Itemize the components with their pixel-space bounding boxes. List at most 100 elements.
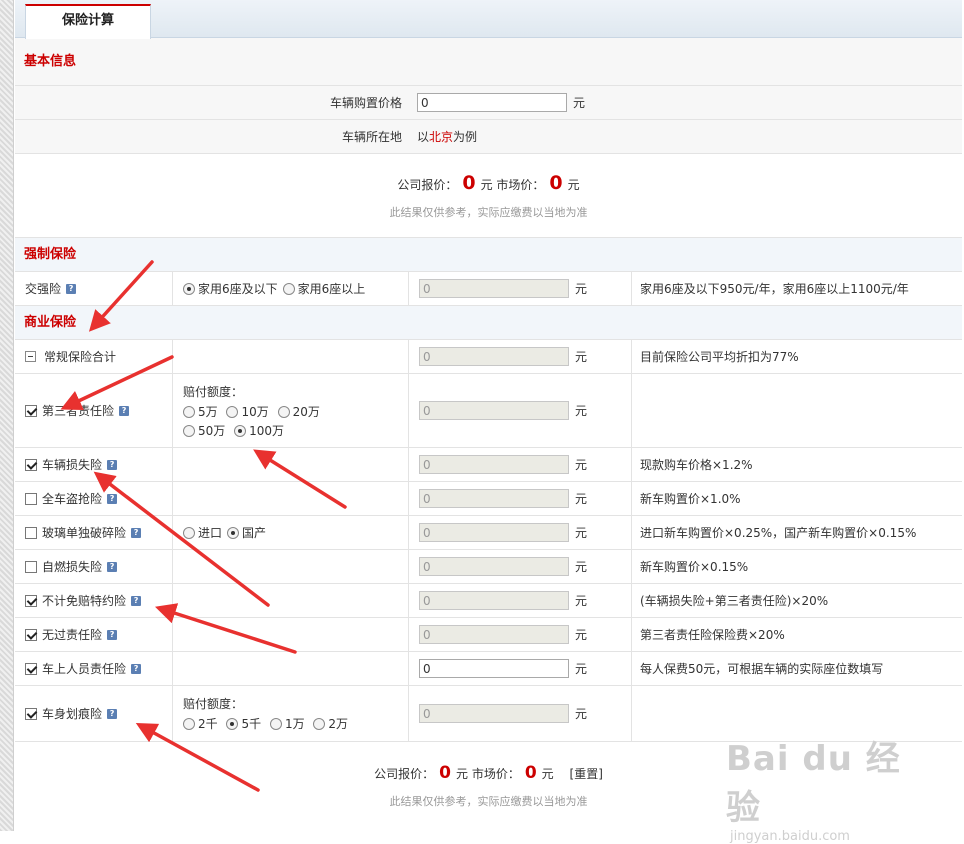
market-price-value: 0 bbox=[524, 763, 537, 783]
radio-5k[interactable] bbox=[226, 718, 239, 730]
jiaoqiang-desc: 家用6座及以下950元/年，家用6座以上1100元/年 bbox=[640, 282, 909, 296]
checkbox-vehicle-loss[interactable] bbox=[25, 458, 37, 471]
watermark-url: jingyan.baidu.com bbox=[730, 829, 850, 844]
checkbox-theft[interactable] bbox=[25, 492, 37, 505]
checkbox-no-fault[interactable] bbox=[25, 628, 37, 641]
checkbox-fire[interactable] bbox=[25, 560, 37, 573]
option-label: 1万 bbox=[284, 717, 305, 731]
checkbox-deductible[interactable] bbox=[25, 594, 37, 607]
purchase-price-label: 车辆购置价格 bbox=[329, 96, 402, 110]
unit-label: 元 bbox=[575, 350, 588, 364]
no-fault-amount bbox=[419, 625, 569, 644]
unit-label: 元 bbox=[575, 628, 588, 642]
option-label: 5千 bbox=[241, 717, 262, 731]
row-fire: 自燃损失险? 元 新车购置价×0.15% bbox=[15, 550, 962, 584]
row-theft: 全车盗抢险? 元 新车购置价×1.0% bbox=[15, 482, 962, 516]
help-icon[interactable]: ? bbox=[107, 561, 118, 572]
option-label: 100万 bbox=[249, 423, 285, 438]
section-title-compulsory: 强制保险 bbox=[15, 238, 962, 272]
help-icon[interactable]: ? bbox=[119, 405, 130, 416]
total-desc: 目前保险公司平均折扣为77% bbox=[640, 350, 799, 364]
radio-20w[interactable] bbox=[277, 405, 290, 418]
company-price-label: 公司报价： bbox=[397, 177, 458, 192]
reset-button[interactable]: [重置] bbox=[570, 767, 603, 781]
unit-label: 元 bbox=[575, 594, 588, 608]
total-amount bbox=[419, 347, 569, 366]
location-prefix: 以 bbox=[417, 130, 430, 144]
fire-label: 自燃损失险 bbox=[42, 560, 103, 574]
section-title-basic: 基本信息 bbox=[15, 38, 962, 86]
row-total: 常规保险合计 元 目前保险公司平均折扣为77% bbox=[15, 340, 962, 374]
no-fault-desc: 第三者责任险保险费×20% bbox=[640, 628, 785, 642]
company-price-value: 0 bbox=[462, 171, 476, 194]
location-label: 车辆所在地 bbox=[341, 130, 402, 144]
glass-desc: 进口新车购置价×0.25%，国产新车购置价×0.15% bbox=[640, 526, 917, 540]
help-icon[interactable]: ? bbox=[131, 663, 142, 674]
disclaimer-note: 此结果仅供参考，实际应缴费以当地为准 bbox=[389, 205, 588, 219]
vehicle-loss-label: 车辆损失险 bbox=[42, 458, 103, 472]
unit-label: 元 bbox=[541, 767, 554, 781]
help-icon[interactable]: ? bbox=[66, 283, 77, 294]
help-icon[interactable]: ? bbox=[107, 493, 118, 504]
help-icon[interactable]: ? bbox=[131, 595, 142, 606]
compen-label: 赔付额度： bbox=[183, 384, 244, 399]
radio-1w[interactable] bbox=[269, 718, 282, 730]
radio-10w[interactable] bbox=[226, 405, 239, 418]
option-label: 10万 bbox=[241, 404, 269, 419]
unit-label: 元 bbox=[575, 458, 588, 472]
company-price-label: 公司报价： bbox=[374, 767, 435, 781]
scratch-amount bbox=[419, 704, 569, 723]
glass-amount bbox=[419, 523, 569, 542]
unit-label: 元 bbox=[575, 526, 588, 540]
radio-imported[interactable] bbox=[183, 527, 195, 539]
tab-insurance-calc[interactable]: 保险计算 bbox=[25, 4, 151, 39]
option-label: 2千 bbox=[198, 717, 218, 731]
fire-amount bbox=[419, 557, 569, 576]
unit-label: 元 bbox=[575, 662, 588, 676]
option-label: 50万 bbox=[198, 423, 226, 438]
help-icon[interactable]: ? bbox=[107, 629, 118, 640]
passenger-label: 车上人员责任险 bbox=[42, 662, 127, 676]
collapse-icon[interactable] bbox=[25, 351, 36, 362]
fire-desc: 新车购置价×0.15% bbox=[640, 560, 749, 574]
checkbox-passenger[interactable] bbox=[25, 662, 37, 675]
help-icon[interactable]: ? bbox=[107, 459, 118, 470]
row-location: 车辆所在地 以北京 为例 bbox=[15, 120, 962, 154]
tab-bar: 保险计算 bbox=[15, 0, 962, 39]
radio-domestic[interactable] bbox=[227, 527, 240, 539]
passenger-amount-input[interactable] bbox=[419, 659, 569, 678]
third-party-amount bbox=[419, 401, 569, 420]
theft-label: 全车盗抢险 bbox=[42, 492, 103, 506]
option-label: 进口 bbox=[198, 526, 223, 540]
theft-desc: 新车购置价×1.0% bbox=[640, 492, 741, 506]
radio-seat-6-above[interactable] bbox=[282, 283, 295, 295]
unit-label: 元 bbox=[455, 767, 468, 781]
vehicle-loss-desc: 现款购车价格×1.2% bbox=[640, 458, 753, 472]
radio-seat-6-below[interactable] bbox=[183, 283, 195, 295]
help-icon[interactable]: ? bbox=[107, 708, 118, 719]
radio-100w[interactable] bbox=[234, 424, 247, 437]
radio-2w[interactable] bbox=[313, 718, 326, 730]
purchase-price-input[interactable] bbox=[417, 93, 567, 112]
checkbox-third-party[interactable] bbox=[25, 404, 37, 417]
radio-5w[interactable] bbox=[183, 405, 195, 418]
location-city: 北京 bbox=[429, 130, 454, 144]
row-summary-bottom: 公司报价： 0 元 市场价： 0 元 [重置] 此结果仅供参考，实际应缴费以当地为准 bbox=[15, 742, 962, 830]
market-price-label: 市场价： bbox=[496, 177, 545, 192]
option-label: 2万 bbox=[328, 717, 349, 731]
radio-50w[interactable] bbox=[183, 424, 195, 437]
checkbox-scratch[interactable] bbox=[25, 707, 37, 720]
unit-label: 元 bbox=[575, 707, 588, 721]
option-label: 家用6座以上 bbox=[297, 282, 366, 296]
unit-label: 元 bbox=[480, 177, 493, 192]
row-third-party: 第三者责任险? 赔付额度： 5万 10万 20万 50万 100万 元 bbox=[15, 374, 962, 448]
no-fault-label: 无过责任险 bbox=[42, 628, 103, 642]
market-price-label: 市场价： bbox=[471, 767, 520, 781]
insurance-calculator: 保险计算 基本信息 车辆购置价格 元 车辆所在地 以北京为例 公司报价：0元 市… bbox=[15, 0, 962, 831]
theft-amount bbox=[419, 489, 569, 508]
option-label: 5万 bbox=[198, 404, 218, 419]
checkbox-glass[interactable] bbox=[25, 526, 37, 539]
radio-2k[interactable] bbox=[183, 718, 195, 730]
row-summary-top: 公司报价： 0 元 市场价： 0 元 此结果仅供参考，实际应缴费以当地为准 bbox=[15, 154, 962, 238]
help-icon[interactable]: ? bbox=[131, 527, 142, 538]
